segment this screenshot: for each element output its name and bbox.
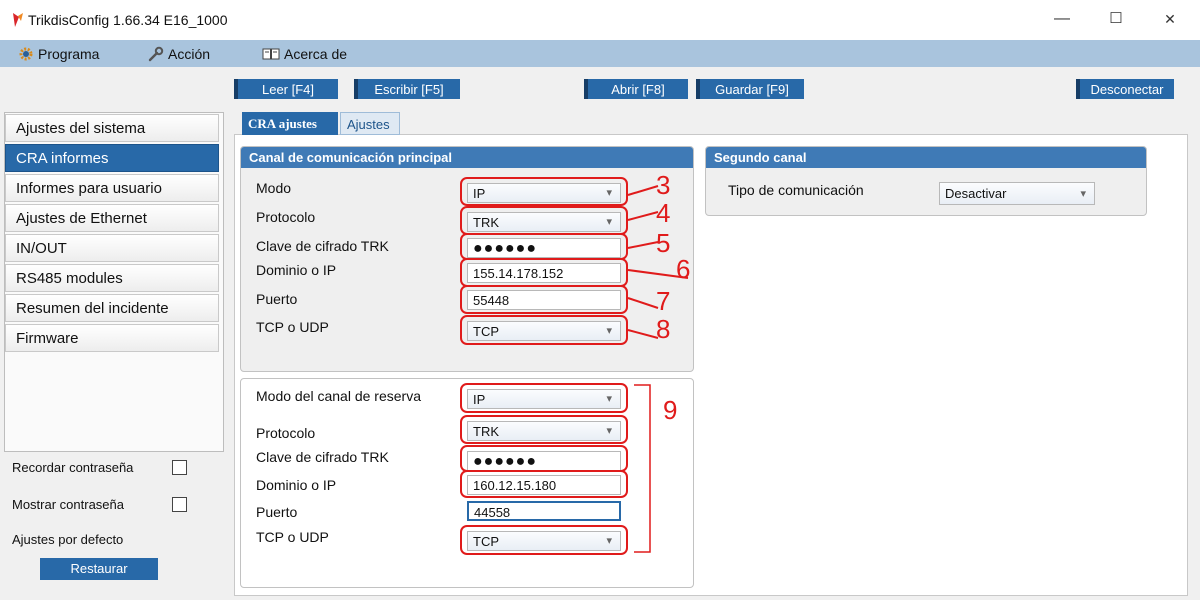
second-channel-title: Segundo canal bbox=[706, 147, 1146, 168]
tcp-udp-label: TCP o UDP bbox=[256, 319, 329, 335]
menu-accion-label: Acción bbox=[168, 46, 211, 62]
primary-channel-title: Canal de comunicación principal bbox=[241, 147, 693, 168]
title-bar: TrikdisConfig 1.66.34 E16_1000 — ☐ ✕ bbox=[0, 0, 1200, 41]
menu-acerca[interactable]: Acerca de bbox=[262, 44, 347, 64]
sidebar-item-ethernet[interactable]: Ajustes de Ethernet bbox=[5, 204, 219, 232]
show-password-checkbox[interactable] bbox=[172, 497, 187, 512]
annotation-box-4 bbox=[460, 206, 628, 235]
menu-programa[interactable]: Programa bbox=[18, 44, 99, 64]
annotation-number-3: 3 bbox=[656, 170, 671, 200]
annotation-box-5 bbox=[460, 233, 628, 260]
backup-modo-label: Modo del canal de reserva bbox=[256, 388, 421, 404]
backup-puerto-input[interactable]: 44558 bbox=[467, 501, 621, 521]
tab-cra-ajustes[interactable]: CRA ajustes bbox=[242, 112, 338, 135]
annotation-number-8: 8 bbox=[656, 314, 671, 344]
sidebar-item-resumen[interactable]: Resumen del incidente bbox=[5, 294, 219, 322]
gear-icon bbox=[19, 47, 33, 61]
annotation-number-7: 7 bbox=[656, 286, 671, 316]
puerto-label: Puerto bbox=[256, 291, 298, 307]
annotation-box-backup-dominio bbox=[460, 470, 628, 498]
annotation-box-backup-tcp bbox=[460, 525, 628, 555]
dominio-label: Dominio o IP bbox=[256, 262, 337, 278]
clave-label: Clave de cifrado TRK bbox=[256, 238, 389, 254]
sidebar-item-cra-informes[interactable]: CRA informes bbox=[5, 144, 219, 172]
remember-password-label: Recordar contraseña bbox=[12, 460, 134, 475]
leader-line-4 bbox=[627, 211, 659, 221]
modo-label: Modo bbox=[256, 180, 292, 196]
annotation-number-9: 9 bbox=[663, 395, 678, 425]
sidebar-item-informes-usuario[interactable]: Informes para usuario bbox=[5, 174, 219, 202]
leader-line-5 bbox=[627, 241, 659, 249]
sidebar-item-firmware[interactable]: Firmware bbox=[5, 324, 219, 352]
tipo-comunicacion-select[interactable]: Desactivar bbox=[939, 182, 1095, 205]
disconnect-button[interactable]: Desconectar bbox=[1076, 79, 1174, 99]
open-button[interactable]: Abrir [F8] bbox=[584, 79, 688, 99]
backup-puerto-label: Puerto bbox=[256, 504, 298, 520]
annotation-box-3 bbox=[460, 177, 628, 206]
app-icon bbox=[13, 13, 23, 27]
menu-acerca-label: Acerca de bbox=[284, 46, 348, 62]
defaults-label: Ajustes por defecto bbox=[12, 532, 124, 547]
annotation-bracket-9 bbox=[634, 384, 651, 553]
menu-bar: Programa Acción Acerca de bbox=[0, 40, 1200, 67]
backup-dominio-label: Dominio o IP bbox=[256, 477, 337, 493]
second-channel-panel: Segundo canal bbox=[705, 146, 1147, 216]
annotation-box-6 bbox=[460, 258, 628, 287]
wrench-icon bbox=[148, 46, 164, 62]
write-button[interactable]: Escribir [F5] bbox=[354, 79, 460, 99]
annotation-box-backup-clave bbox=[460, 445, 628, 472]
protocolo-label: Protocolo bbox=[256, 209, 316, 225]
menu-accion[interactable]: Acción bbox=[148, 44, 210, 64]
read-button[interactable]: Leer [F4] bbox=[234, 79, 338, 99]
save-button[interactable]: Guardar [F9] bbox=[696, 79, 804, 99]
menu-programa-label: Programa bbox=[38, 46, 100, 62]
backup-tcp-udp-label: TCP o UDP bbox=[256, 529, 329, 545]
close-button[interactable]: ✕ bbox=[1158, 8, 1182, 32]
annotation-number-5: 5 bbox=[656, 228, 671, 258]
restore-button[interactable]: Restaurar bbox=[40, 558, 158, 580]
sidebar-item-in-out[interactable]: IN/OUT bbox=[5, 234, 219, 262]
annotation-box-backup-modo bbox=[460, 383, 628, 413]
annotation-number-4: 4 bbox=[656, 198, 671, 228]
show-password-label: Mostrar contraseña bbox=[12, 497, 124, 512]
tipo-comunicacion-label: Tipo de comunicación bbox=[728, 182, 864, 198]
annotation-box-7 bbox=[460, 285, 628, 314]
tab-ajustes[interactable]: Ajustes bbox=[340, 112, 400, 135]
sidebar-item-rs485[interactable]: RS485 modules bbox=[5, 264, 219, 292]
backup-protocolo-label: Protocolo bbox=[256, 425, 316, 441]
minimize-button[interactable]: — bbox=[1050, 8, 1074, 32]
leader-line-8 bbox=[627, 329, 659, 339]
leader-line-7 bbox=[627, 297, 659, 309]
maximize-button[interactable]: ☐ bbox=[1104, 8, 1128, 32]
remember-password-checkbox[interactable] bbox=[172, 460, 187, 475]
window-title: TrikdisConfig 1.66.34 E16_1000 bbox=[28, 12, 228, 28]
backup-clave-label: Clave de cifrado TRK bbox=[256, 449, 389, 465]
sidebar-item-ajustes-sistema[interactable]: Ajustes del sistema bbox=[5, 114, 219, 142]
annotation-box-backup-protocolo bbox=[460, 415, 628, 444]
book-icon bbox=[262, 48, 280, 60]
leader-line-3 bbox=[627, 185, 659, 196]
annotation-number-6: 6 bbox=[676, 254, 691, 284]
annotation-box-8 bbox=[460, 315, 628, 345]
